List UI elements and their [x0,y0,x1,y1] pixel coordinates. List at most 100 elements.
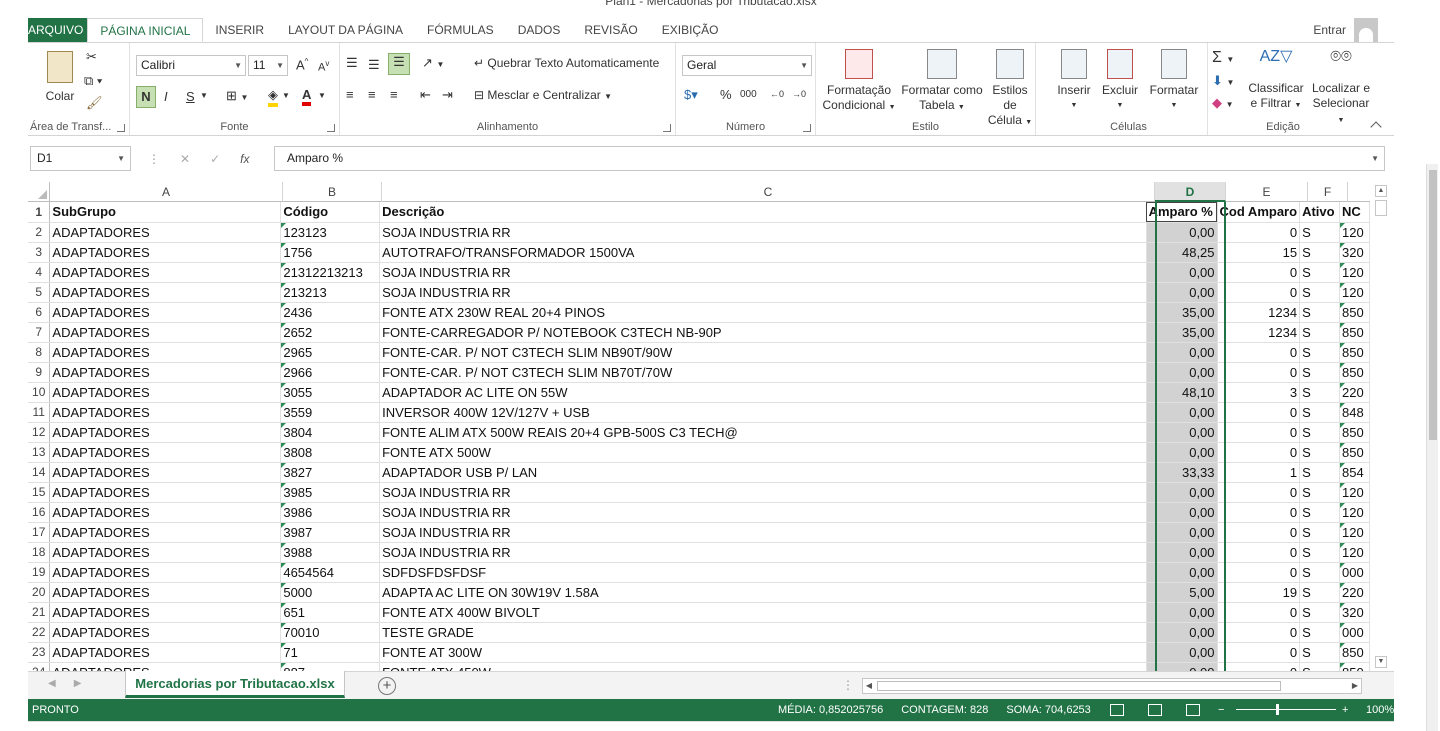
tab-exibicao[interactable]: EXIBIÇÃO [650,18,731,42]
cell-nc[interactable]: 000 [1339,562,1370,583]
cell-codigo[interactable]: 71 [280,642,381,663]
scroll-down-icon[interactable]: ▼ [1375,656,1387,668]
cell-ativo[interactable]: S [1299,482,1341,503]
cell-descricao[interactable]: FONTE-CAR. P/ NOT C3TECH SLIM NB90T/90W [379,342,1147,363]
row-header[interactable]: 1 [28,202,51,223]
cell-amparo[interactable]: 0,00 [1146,422,1218,443]
cell-ativo[interactable]: S [1299,582,1341,603]
cell-codigo[interactable]: 4654564 [280,562,381,583]
cell-descricao[interactable]: FONTE ATX 500W [379,442,1147,463]
cell-amparo[interactable]: 35,00 [1146,302,1218,323]
cell-amparo[interactable]: 0,00 [1146,642,1218,663]
row-header[interactable]: 3 [28,242,51,263]
align-middle-icon[interactable]: ☰ [368,57,380,73]
cell-nc[interactable]: 850 [1339,322,1370,343]
italic-button[interactable]: I [164,89,168,104]
cell-codigo[interactable]: 123123 [280,222,381,243]
cell-amparo[interactable]: 0,00 [1146,502,1218,523]
cell-codigo[interactable]: 3987 [280,522,381,543]
cell-amparo[interactable]: 0,00 [1146,662,1218,671]
cut-icon[interactable]: ✂ [86,49,97,65]
cell-cod-amparo[interactable]: 0 [1217,622,1301,643]
cell-descricao[interactable]: ADAPTADOR AC LITE ON 55W [379,382,1147,403]
status-sum[interactable]: SOMA: 704,6253 [1006,699,1090,721]
currency-icon[interactable]: $▾ [684,87,698,103]
tab-formulas[interactable]: FÓRMULAS [415,18,506,42]
cell-cod-amparo[interactable]: 15 [1217,242,1301,263]
scroll-up-icon[interactable]: ▲ [1375,185,1387,197]
row-header[interactable]: 4 [28,262,51,283]
cell-subgrupo[interactable]: ADAPTADORES [49,242,282,263]
cell-ativo[interactable]: S [1299,622,1341,643]
cell-codigo[interactable]: 3559 [280,402,381,423]
cell-nc[interactable]: 850 [1339,302,1370,323]
cell-subgrupo[interactable]: ADAPTADORES [49,662,282,671]
column-header-g[interactable] [1348,182,1370,202]
row-header[interactable]: 16 [28,502,51,523]
cell-ativo[interactable]: S [1299,342,1341,363]
cell-descricao[interactable]: FONTE ATX 230W REAL 20+4 PINOS [379,302,1147,323]
normal-view-icon[interactable] [1110,704,1124,716]
increase-decimal-icon[interactable]: ←0 [770,89,784,99]
cell-ativo[interactable]: S [1299,362,1341,383]
cell-codigo[interactable]: 3055 [280,382,381,403]
cell-subgrupo[interactable]: ADAPTADORES [49,262,282,283]
column-header-c[interactable]: C [382,182,1155,202]
cell-ativo[interactable]: S [1299,522,1341,543]
row-header[interactable]: 13 [28,442,51,463]
clear-icon[interactable]: ◆ ▼ [1212,95,1234,111]
cell-descricao[interactable]: SOJA INDUSTRIA RR [379,542,1147,563]
cell-codigo[interactable]: 70010 [280,622,381,643]
cell-ativo[interactable]: S [1299,422,1341,443]
number-format-combo[interactable]: Geral ▼ [682,55,812,76]
decrease-indent-icon[interactable]: ⇤ [420,87,431,103]
cell-ativo[interactable]: S [1299,222,1341,243]
cell-descricao[interactable]: FONTE ATX 450W [379,662,1147,671]
font-size-combo[interactable]: 11 ▼ [248,55,288,76]
cell-nc[interactable]: 850 [1339,642,1370,663]
fill-color-icon[interactable]: ◈ [268,87,278,107]
cell-subgrupo[interactable]: ADAPTADORES [49,622,282,643]
status-average[interactable]: MÉDIA: 0,852025756 [778,699,883,721]
cell-cod-amparo[interactable]: 0 [1217,442,1301,463]
row-header[interactable]: 21 [28,602,51,623]
cell-amparo[interactable]: 0,00 [1146,542,1218,563]
align-center-icon[interactable]: ≡ [368,87,376,102]
horizontal-scrollbar[interactable]: ◀ ▶ [862,678,1362,694]
align-left-icon[interactable]: ≡ [346,87,354,102]
cell-codigo[interactable]: 2965 [280,342,381,363]
row-header[interactable]: 22 [28,622,51,643]
cell-ativo[interactable]: S [1299,642,1341,663]
cell-descricao[interactable]: FONTE-CARREGADOR P/ NOTEBOOK C3TECH NB-9… [379,322,1147,343]
column-header-f[interactable]: F [1308,182,1348,202]
header-cell-codigo[interactable]: Código [280,202,381,223]
decrease-decimal-icon[interactable]: →0 [792,89,806,99]
row-header[interactable]: 14 [28,462,51,483]
cell-amparo[interactable]: 48,25 [1146,242,1218,263]
header-cell-cod-amparo[interactable]: Cod Amparo [1217,202,1301,223]
cell-subgrupo[interactable]: ADAPTADORES [49,322,282,343]
cell-codigo[interactable]: 3985 [280,482,381,503]
header-cell-descricao[interactable]: Descrição [379,202,1147,223]
cell-cod-amparo[interactable]: 0 [1217,522,1301,543]
cell-nc[interactable]: 320 [1339,602,1370,623]
cell-descricao[interactable]: INVERSOR 400W 12V/127V + USB [379,402,1147,423]
select-all-button[interactable] [28,182,50,202]
cell-descricao[interactable]: SOJA INDUSTRIA RR [379,482,1147,503]
number-dialog-launcher[interactable] [803,124,811,132]
cell-amparo[interactable]: 5,00 [1146,582,1218,603]
cell-amparo[interactable]: 48,10 [1146,382,1218,403]
cell-cod-amparo[interactable]: 1 [1217,462,1301,483]
tab-layout[interactable]: LAYOUT DA PÁGINA [276,18,415,42]
cell-ativo[interactable]: S [1299,322,1341,343]
tab-arquivo[interactable]: ARQUIVO [28,18,88,42]
tab-dados[interactable]: DADOS [506,18,573,42]
tab-revisao[interactable]: REVISÃO [572,18,649,42]
cell-codigo[interactable]: 887 [280,662,381,671]
format-as-table-button[interactable]: Formatar como Tabela ▼ [900,49,984,115]
cell-amparo[interactable]: 0,00 [1146,282,1218,303]
alignment-dialog-launcher[interactable] [663,124,671,132]
cell-cod-amparo[interactable]: 0 [1217,282,1301,303]
cell-amparo[interactable]: 0,00 [1146,562,1218,583]
insert-function-button[interactable]: fx [240,152,249,166]
